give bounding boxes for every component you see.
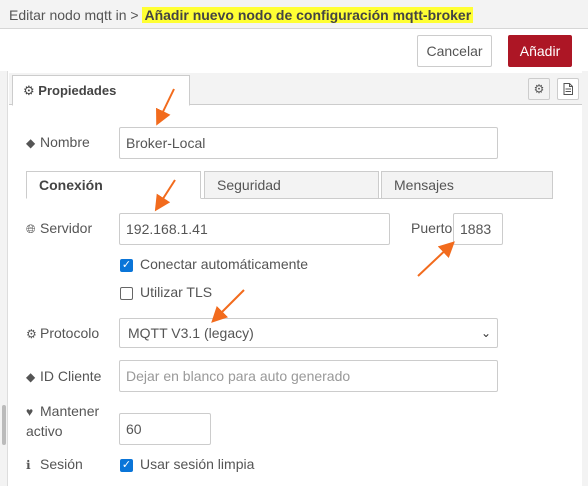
gear-icon: ⚙ bbox=[23, 83, 35, 98]
clean-session-label: Usar sesión limpia bbox=[140, 456, 255, 472]
port-input[interactable]: 1883 bbox=[453, 213, 503, 245]
chevron-down-icon: ⌄ bbox=[480, 326, 491, 340]
cancel-button[interactable]: Cancelar bbox=[417, 35, 492, 67]
subtab-connection[interactable]: Conexión bbox=[26, 171, 201, 199]
name-label: ◆ Nombre bbox=[26, 134, 90, 150]
breadcrumb: Editar nodo mqtt in > Añadir nuevo nodo … bbox=[9, 7, 474, 23]
tag-icon: ◆ bbox=[26, 136, 36, 150]
description-tab-button[interactable] bbox=[557, 78, 579, 100]
subtab-messages[interactable]: Mensajes bbox=[381, 171, 553, 199]
heartbeat-icon: ♥ bbox=[26, 405, 34, 419]
tab-properties-label: Propiedades bbox=[38, 83, 117, 98]
panel-right-edge bbox=[582, 71, 588, 486]
document-icon bbox=[563, 83, 573, 95]
client-id-label: ◆ ID Cliente bbox=[26, 368, 102, 384]
settings-tab-button[interactable]: ⚙ bbox=[528, 78, 550, 100]
globe-icon: 🌐︎ bbox=[26, 222, 36, 236]
tab-properties[interactable]: ⚙ Propiedades bbox=[12, 75, 190, 106]
server-input[interactable]: 192.168.1.41 bbox=[119, 213, 390, 245]
annotation-arrow bbox=[211, 289, 245, 323]
subtab-security[interactable]: Seguridad bbox=[204, 171, 379, 199]
name-input[interactable]: Broker-Local bbox=[119, 127, 498, 159]
auto-connect-label: Conectar automáticamente bbox=[140, 256, 309, 272]
session-label: ℹ Sesión bbox=[26, 456, 83, 472]
keepalive-label: ♥ Mantener activo bbox=[26, 403, 100, 439]
info-icon: ℹ bbox=[26, 458, 31, 472]
protocol-select[interactable]: MQTT V3.1 (legacy) ⌄ bbox=[119, 318, 498, 348]
dialog-toolbar bbox=[0, 29, 588, 71]
gear-icon: ⚙ bbox=[26, 327, 37, 341]
use-tls-label: Utilizar TLS bbox=[140, 284, 213, 300]
gear-icon: ⚙ bbox=[533, 82, 545, 96]
annotation-arrow bbox=[417, 241, 455, 277]
tag-icon: ◆ bbox=[26, 370, 36, 384]
resize-handle[interactable] bbox=[2, 405, 6, 445]
client-id-input[interactable]: Dejar en blanco para auto generado bbox=[119, 360, 498, 392]
breadcrumb-parent[interactable]: Editar nodo mqtt in > bbox=[9, 7, 139, 23]
add-button[interactable]: Añadir bbox=[508, 35, 572, 67]
port-label: Puerto bbox=[411, 220, 453, 236]
keepalive-input[interactable]: 60 bbox=[119, 413, 211, 445]
use-tls-checkbox[interactable] bbox=[120, 287, 133, 300]
auto-connect-checkbox[interactable]: ✓ bbox=[120, 259, 133, 272]
server-label: 🌐︎ Servidor bbox=[26, 220, 93, 236]
clean-session-checkbox[interactable]: ✓ bbox=[120, 459, 133, 472]
protocol-label: ⚙ Protocolo bbox=[26, 325, 100, 341]
protocol-select-value: MQTT V3.1 (legacy) bbox=[128, 325, 254, 341]
breadcrumb-current: Añadir nuevo nodo de configuración mqtt-… bbox=[142, 7, 474, 23]
